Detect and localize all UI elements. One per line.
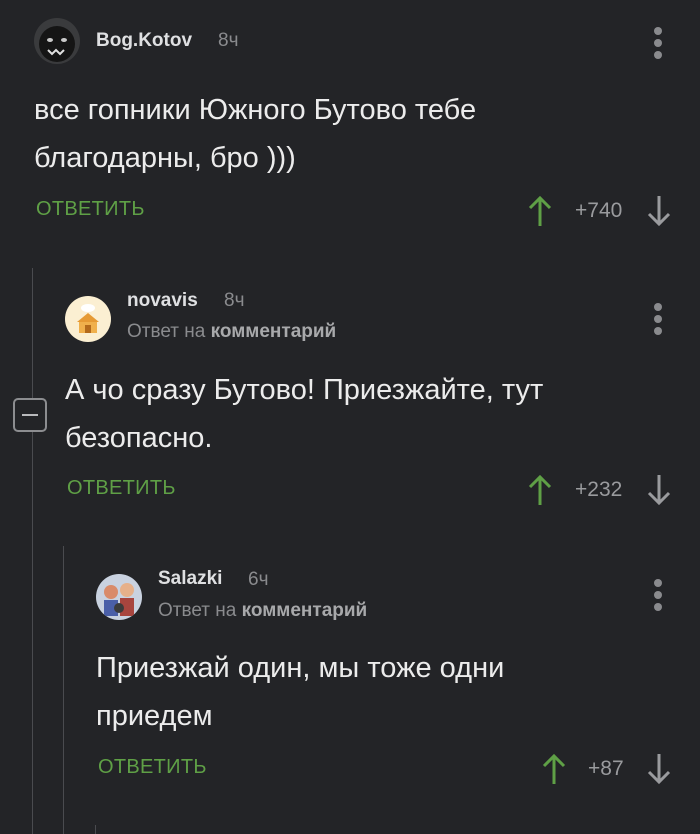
more-options-icon[interactable]	[654, 579, 664, 613]
reply-to-label: Ответ на комментарий	[127, 321, 336, 343]
thread-line-level3	[95, 825, 96, 834]
comment-text-line: безопасно.	[65, 422, 213, 454]
comment-text: А чо сразу Бутово! Приезжайте, тут безоп…	[65, 366, 685, 462]
downvote-arrow-icon[interactable]	[646, 194, 672, 228]
upvote-arrow-icon[interactable]	[541, 752, 567, 786]
comment-text-line: приедем	[96, 700, 213, 732]
rating-value: +87	[588, 757, 624, 780]
comment-novavis: novavis 8ч Ответ на комментарий А чо сра…	[0, 280, 700, 530]
more-options-icon[interactable]	[654, 303, 664, 337]
comment-bog-kotov: Bog.Kotov 8ч все гопники Южного Бутово т…	[0, 0, 700, 240]
reply-to-prefix: Ответ на	[127, 321, 206, 342]
comment-salazki: Salazki 6ч Ответ на комментарий Приезжай…	[0, 560, 700, 810]
rating-value: +740	[575, 199, 623, 222]
comment-text: все гопники Южного Бутово тебе благодарн…	[34, 86, 674, 182]
reply-button[interactable]: ОТВЕТИТЬ	[36, 198, 145, 221]
comment-text-line: Приезжай один, мы тоже одни	[96, 652, 505, 684]
author-name[interactable]: Salazki	[158, 568, 222, 590]
more-options-icon[interactable]	[654, 27, 664, 61]
downvote-arrow-icon[interactable]	[646, 473, 672, 507]
comment-text: Приезжай один, мы тоже одни приедем	[96, 644, 686, 740]
comment-time: 8ч	[224, 290, 245, 311]
reply-to-link[interactable]: комментарий	[211, 321, 337, 342]
reply-to-prefix: Ответ на	[158, 600, 237, 621]
reply-to-link[interactable]: комментарий	[242, 600, 368, 621]
upvote-arrow-icon[interactable]	[527, 473, 553, 507]
dark-beast-avatar[interactable]	[34, 18, 80, 64]
comment-time: 8ч	[218, 30, 239, 51]
downvote-arrow-icon[interactable]	[646, 752, 672, 786]
comment-text-line: А чо сразу Бутово! Приезжайте, тут	[65, 374, 544, 406]
upvote-arrow-icon[interactable]	[527, 194, 553, 228]
rating-value: +232	[575, 478, 623, 501]
cartoon-group-avatar[interactable]	[96, 574, 142, 620]
comment-text-line: все гопники Южного Бутово тебе	[34, 94, 477, 126]
orange-house-avatar[interactable]	[65, 296, 111, 342]
comment-time: 6ч	[248, 569, 269, 590]
comment-text-line: благодарны, бро )))	[34, 142, 296, 174]
reply-to-label: Ответ на комментарий	[158, 600, 367, 622]
reply-button[interactable]: ОТВЕТИТЬ	[67, 477, 176, 500]
author-name[interactable]: Bog.Kotov	[96, 30, 192, 52]
author-name[interactable]: novavis	[127, 290, 198, 312]
reply-button[interactable]: ОТВЕТИТЬ	[98, 756, 207, 779]
